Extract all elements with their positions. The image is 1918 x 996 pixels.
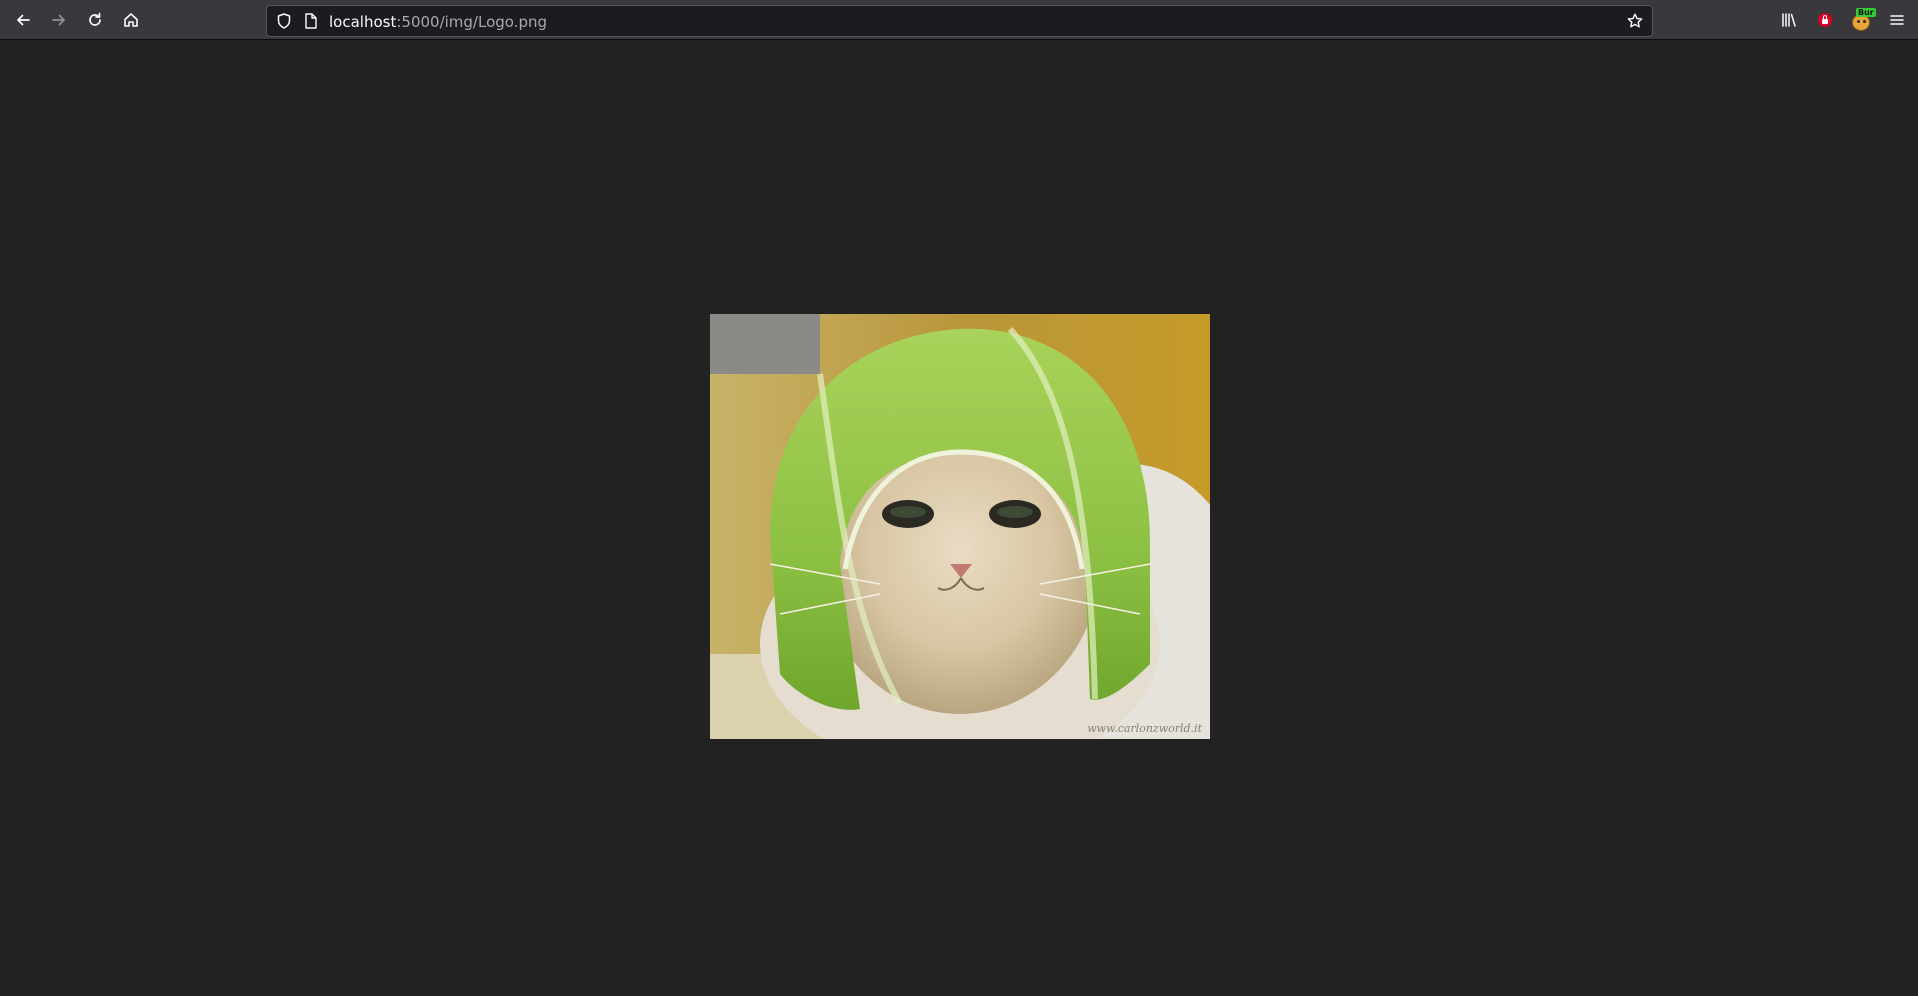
displayed-image[interactable]: www.carlonzworld.it [710,314,1210,739]
bookmark-star-icon[interactable] [1626,12,1644,34]
back-icon [14,11,32,29]
forward-icon [50,11,68,29]
url-bar[interactable]: localhost:5000/img/Logo.png [266,5,1653,37]
extension-button[interactable]: Bur [1848,7,1876,33]
home-icon [122,11,140,29]
reload-icon [86,11,104,29]
url-text[interactable]: localhost:5000/img/Logo.png [329,13,547,31]
lock-extension-icon [1818,13,1832,27]
extension-badge: Bur [1856,8,1876,17]
shield-icon[interactable] [275,12,293,34]
reload-button[interactable] [82,7,108,33]
menu-icon [1888,11,1906,29]
library-button[interactable] [1776,7,1802,33]
cat-helmet-image [710,314,1210,739]
library-icon [1780,11,1798,29]
forward-button[interactable] [46,7,72,33]
image-watermark: www.carlonzworld.it [1087,722,1202,735]
back-button[interactable] [10,7,36,33]
url-host: localhost [329,13,397,31]
page-icon[interactable] [303,12,319,34]
menu-button[interactable] [1884,7,1910,33]
browser-toolbar: localhost:5000/img/Logo.png Bur [0,0,1918,40]
lock-extension-button[interactable] [1812,7,1838,33]
home-button[interactable] [118,7,144,33]
url-path: :5000/img/Logo.png [396,13,548,31]
image-viewer: www.carlonzworld.it [0,40,1918,996]
